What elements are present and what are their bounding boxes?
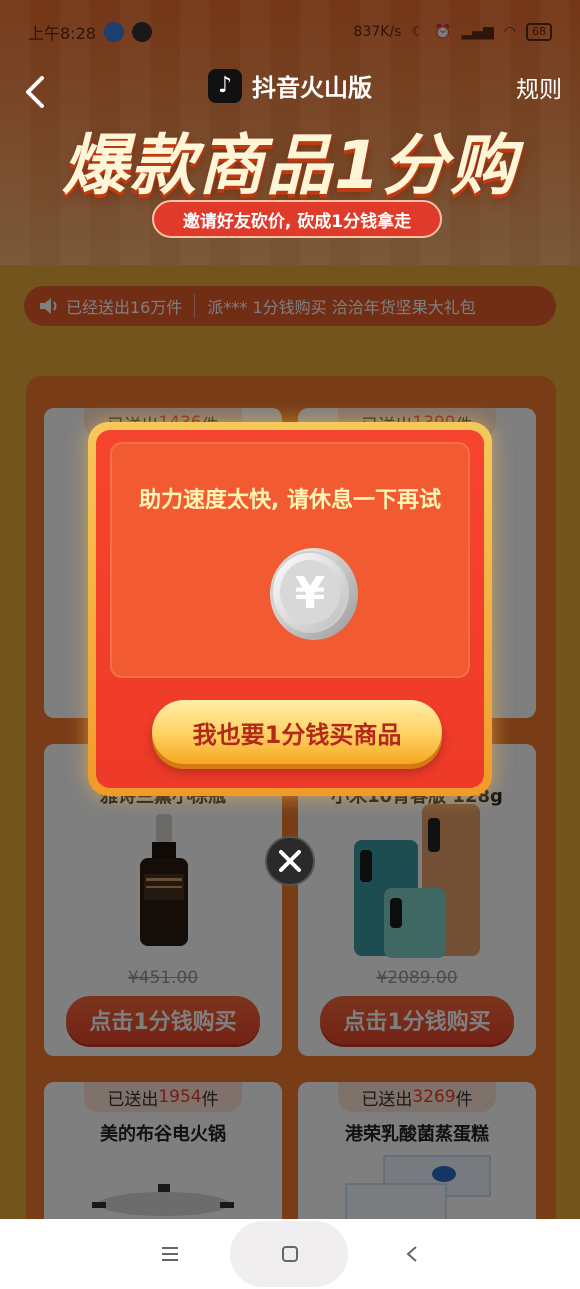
dialog-message: 助力速度太快, 请休息一下再试: [138, 488, 442, 513]
menu-icon: [162, 1247, 178, 1261]
back-icon: [406, 1246, 417, 1262]
dialog-body: 助力速度太快, 请休息一下再试 ¥ 我也要1分钱买商品: [96, 430, 484, 788]
close-dialog-button[interactable]: [265, 836, 315, 886]
nav-back-button[interactable]: [392, 1219, 432, 1289]
silver-coin-icon: ¥: [270, 548, 358, 640]
rate-limit-dialog: 助力速度太快, 请休息一下再试 ¥ 我也要1分钱买商品: [88, 422, 492, 796]
home-icon: [282, 1246, 298, 1262]
app-name: 抖音火山版: [252, 74, 372, 102]
dialog-panel: 助力速度太快, 请休息一下再试 ¥: [110, 442, 470, 678]
system-nav-bar: [0, 1219, 580, 1289]
app-title: ♪ 抖音火山版: [0, 68, 580, 103]
close-icon: [279, 850, 301, 872]
nav-home-button[interactable]: [270, 1219, 310, 1289]
nav-menu-button[interactable]: [150, 1219, 190, 1289]
tiktok-logo-icon: ♪: [208, 68, 242, 103]
rules-link[interactable]: 规则: [516, 70, 562, 104]
buy-products-button[interactable]: 我也要1分钱买商品: [152, 700, 442, 764]
hero-subtitle: 邀请好友砍价, 砍成1分钱拿走: [152, 200, 442, 238]
coin-symbol: ¥: [295, 568, 326, 619]
hero-headline: 爆款商品1分购: [62, 127, 518, 204]
